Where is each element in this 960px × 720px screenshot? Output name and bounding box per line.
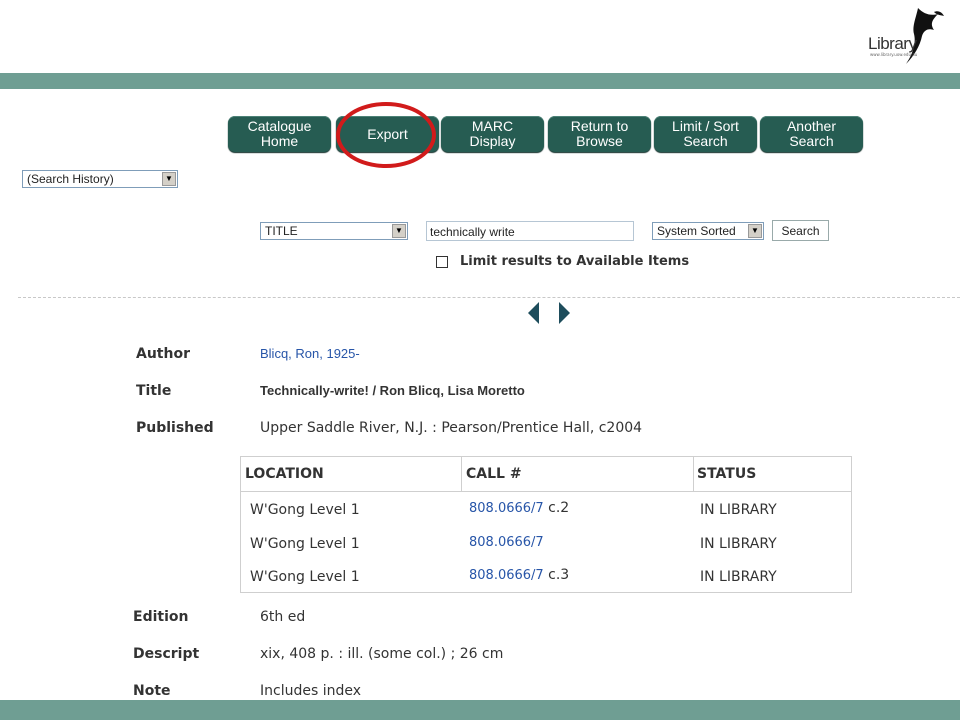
search-history-value: (Search History) xyxy=(27,172,114,186)
return-to-browse-button[interactable]: Return to Browse xyxy=(548,116,651,152)
limit-available-checkbox[interactable] xyxy=(436,256,448,268)
search-history-select[interactable]: (Search History) ▼ xyxy=(22,170,178,188)
holding-call-number: 808.0666/7 c.3 xyxy=(469,567,569,583)
location-header: LOCATION xyxy=(245,466,324,482)
call-number-header: CALL # xyxy=(466,466,522,482)
edition-label: Edition xyxy=(133,609,189,625)
edition-value: 6th ed xyxy=(260,609,306,625)
descript-value: xix, 408 p. : ill. (some col.) ; 26 cm xyxy=(260,646,504,662)
holding-location: W'Gong Level 1 xyxy=(250,536,360,552)
header-bar xyxy=(0,73,960,89)
limit-available-label: Limit results to Available Items xyxy=(460,254,690,269)
call-number-link[interactable]: 808.0666/7 xyxy=(469,501,544,516)
logo-url: www.library.uow.edu.au xyxy=(870,52,918,57)
logo-text: Library xyxy=(868,34,917,53)
previous-arrow-icon[interactable] xyxy=(528,302,539,324)
holding-status: IN LIBRARY xyxy=(700,569,777,585)
call-number-link[interactable]: 808.0666/7 xyxy=(469,568,544,583)
title-label: Title xyxy=(136,383,172,399)
holding-status: IN LIBRARY xyxy=(700,536,777,552)
holding-call-number: 808.0666/7 c.2 xyxy=(469,500,569,516)
sort-select[interactable]: System Sorted ▼ xyxy=(652,222,764,240)
chevron-down-icon: ▼ xyxy=(162,172,176,186)
catalogue-home-button[interactable]: Catalogue Home xyxy=(228,116,331,152)
marc-display-button[interactable]: MARC Display xyxy=(441,116,544,152)
note-value: Includes index xyxy=(260,683,362,699)
copy-number: c.3 xyxy=(543,567,570,583)
search-field-select[interactable]: TITLE ▼ xyxy=(260,222,408,240)
search-button[interactable]: Search xyxy=(772,220,829,241)
status-header: STATUS xyxy=(697,466,757,482)
footer-bar xyxy=(0,700,960,720)
next-arrow-icon[interactable] xyxy=(559,302,570,324)
author-label: Author xyxy=(136,346,190,362)
holding-location: W'Gong Level 1 xyxy=(250,569,360,585)
divider xyxy=(18,297,960,298)
search-input[interactable]: technically write xyxy=(426,221,634,241)
export-highlight-circle xyxy=(336,102,436,168)
record-pager xyxy=(527,301,571,325)
column-divider xyxy=(693,457,694,491)
published-label: Published xyxy=(136,420,214,436)
holdings-header-row xyxy=(241,457,851,492)
chevron-down-icon: ▼ xyxy=(392,224,406,238)
column-divider xyxy=(461,457,462,491)
call-number-link[interactable]: 808.0666/7 xyxy=(469,535,544,550)
sort-value: System Sorted xyxy=(657,224,736,238)
title-value: Technically-write! / Ron Blicq, Lisa Mor… xyxy=(260,383,525,398)
holding-status: IN LIBRARY xyxy=(700,502,777,518)
search-field-value: TITLE xyxy=(265,224,298,238)
copy-number: c.2 xyxy=(543,500,570,516)
descript-label: Descript xyxy=(133,646,200,662)
another-search-button[interactable]: Another Search xyxy=(760,116,863,152)
holdings-table: LOCATION CALL # STATUS W'Gong Level 1 80… xyxy=(240,456,852,593)
library-logo: Library www.library.uow.edu.au xyxy=(866,6,946,70)
holding-call-number: 808.0666/7 xyxy=(469,534,544,550)
published-value: Upper Saddle River, N.J. : Pearson/Prent… xyxy=(260,420,643,436)
holding-location: W'Gong Level 1 xyxy=(250,502,360,518)
chevron-down-icon: ▼ xyxy=(748,224,762,238)
limit-sort-search-button[interactable]: Limit / Sort Search xyxy=(654,116,757,152)
author-link[interactable]: Blicq, Ron, 1925- xyxy=(260,346,360,361)
note-label: Note xyxy=(133,683,171,699)
